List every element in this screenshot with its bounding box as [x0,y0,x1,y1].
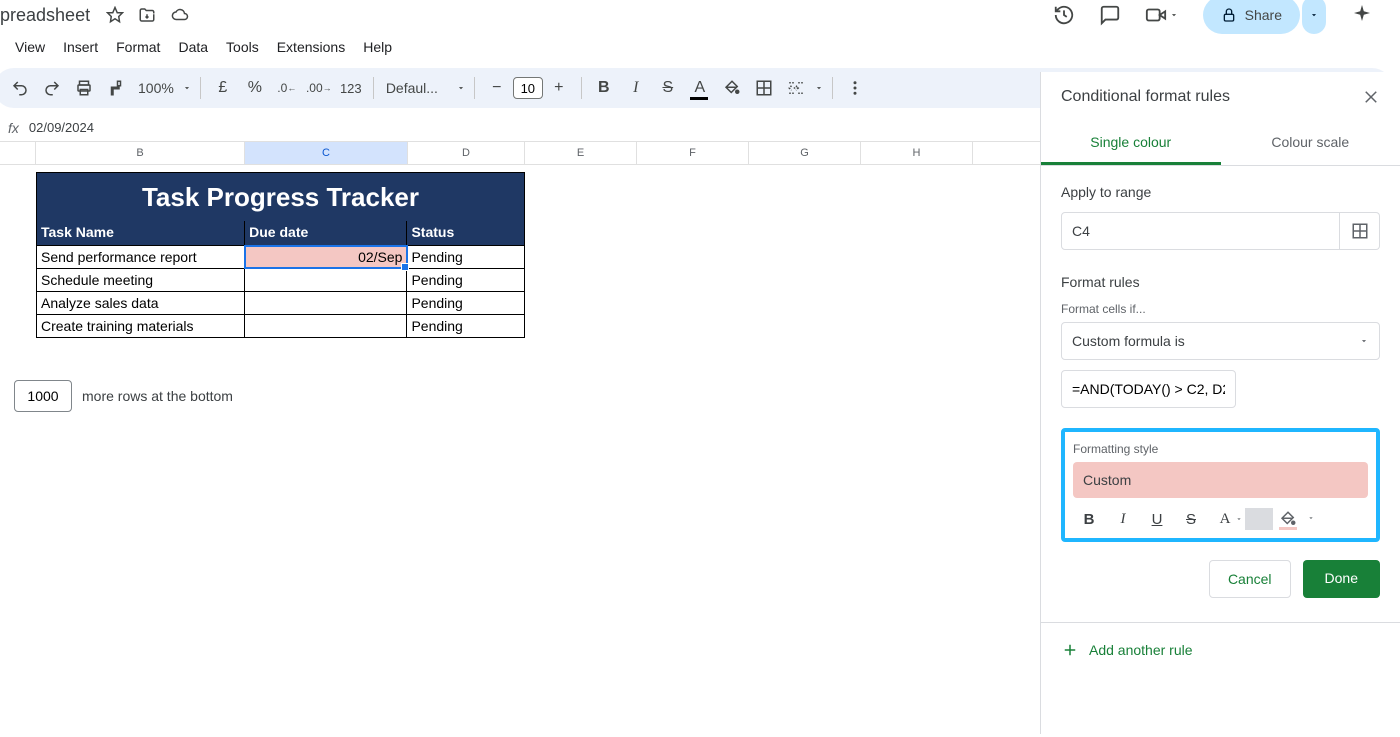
table-row[interactable]: Send performance report 02/Sep Pending [37,245,524,268]
strike-button[interactable]: S [1177,511,1205,528]
decrease-font-button[interactable]: − [483,74,511,102]
borders-button[interactable] [750,74,778,102]
cells-if-label: Format cells if... [1061,302,1380,316]
col-header-h[interactable]: H [861,142,973,164]
task-header-name: Task Name [37,221,245,245]
task-header-status: Status [407,221,524,245]
task-table-title: Task Progress Tracker [37,173,524,221]
col-header-d[interactable]: D [408,142,525,164]
share-label: Share [1245,7,1282,23]
font-family-select[interactable]: Defaul... [382,80,452,96]
menu-view[interactable]: View [15,39,45,55]
chevron-down-icon[interactable] [182,83,192,93]
table-row[interactable]: Schedule meeting Pending [37,268,524,291]
cancel-button[interactable]: Cancel [1209,560,1291,598]
star-icon[interactable] [106,6,124,24]
zoom-select[interactable]: 100% [134,80,178,96]
menu-extensions[interactable]: Extensions [277,39,345,55]
done-button[interactable]: Done [1303,560,1380,598]
condition-select[interactable]: Custom formula is [1061,322,1380,360]
title-bar: d spreadsheet Share [0,0,1400,30]
redo-button[interactable] [38,74,66,102]
more-rows: more rows at the bottom [14,380,233,412]
italic-button[interactable]: I [1109,511,1137,528]
paint-format-button[interactable] [102,74,130,102]
comments-icon[interactable] [1099,4,1121,26]
table-row[interactable]: Analyze sales data Pending [37,291,524,314]
italic-button[interactable]: I [622,74,650,102]
chevron-down-icon[interactable] [456,83,466,93]
gemini-icon[interactable] [1350,3,1374,27]
fx-icon: fx [8,120,19,136]
doc-title[interactable]: d spreadsheet [0,5,90,26]
bold-button[interactable]: B [590,74,618,102]
percent-button[interactable]: % [241,74,269,102]
history-icon[interactable] [1053,4,1075,26]
table-row[interactable]: Create training materials Pending [37,314,524,337]
meet-icon[interactable] [1145,4,1179,26]
currency-button[interactable]: £ [209,74,237,102]
underline-button[interactable]: U [1143,511,1171,528]
text-color-button[interactable]: A [1211,511,1239,528]
print-button[interactable] [70,74,98,102]
more-toolbar-button[interactable] [841,74,869,102]
formula-input[interactable] [1061,370,1236,408]
more-formats-button[interactable]: 123 [337,74,365,102]
increase-font-button[interactable]: + [545,74,573,102]
formula-value[interactable]: 02/09/2024 [29,120,94,135]
strikethrough-button[interactable]: S [654,74,682,102]
tab-single-colour[interactable]: Single colour [1041,122,1221,165]
panel-title: Conditional format rules [1061,88,1230,106]
merge-button[interactable] [782,74,810,102]
style-preview[interactable]: Custom [1073,462,1368,498]
text-color-button[interactable]: A [686,74,714,102]
add-rule-button[interactable]: Add another rule [1061,641,1380,659]
chevron-down-icon [1359,336,1369,346]
chevron-down-icon[interactable] [814,83,824,93]
fill-color-button[interactable] [718,74,746,102]
formatting-style-box: Formatting style Custom B I U S A [1061,428,1380,542]
more-rows-input[interactable] [14,380,72,412]
menu-tools[interactable]: Tools [226,39,259,55]
share-button[interactable]: Share [1203,0,1300,34]
bold-button[interactable]: B [1075,511,1103,528]
close-icon[interactable] [1362,88,1380,106]
apply-range-label: Apply to range [1061,184,1380,200]
more-rows-label: more rows at the bottom [82,388,233,404]
menu-insert[interactable]: Insert [63,39,98,55]
task-table: Task Progress Tracker Task Name Due date… [36,172,525,338]
share-dropdown[interactable] [1302,0,1326,34]
col-header-f[interactable]: F [637,142,749,164]
menu-format[interactable]: Format [116,39,160,55]
cell-selected[interactable]: 02/Sep [245,246,407,268]
menu-bar: it View Insert Format Data Tools Extensi… [0,32,1400,62]
fill-color-button[interactable] [1279,510,1307,528]
decrease-decimal-button[interactable]: .0← [273,74,301,102]
col-header-e[interactable]: E [525,142,637,164]
menu-data[interactable]: Data [178,39,208,55]
move-icon[interactable] [138,6,156,24]
task-header-due: Due date [245,221,407,245]
menu-help[interactable]: Help [363,39,392,55]
range-input[interactable]: C4 [1061,212,1340,250]
formatting-style-label: Formatting style [1073,442,1368,456]
col-header-g[interactable]: G [749,142,861,164]
undo-button[interactable] [6,74,34,102]
select-range-button[interactable] [1340,212,1380,250]
col-header-b[interactable]: B [36,142,245,164]
cloud-status-icon[interactable] [170,6,190,24]
font-size-input[interactable] [513,77,543,99]
format-rules-label: Format rules [1061,274,1380,290]
col-header-c[interactable]: C [245,142,408,164]
increase-decimal-button[interactable]: .00→ [305,74,333,102]
tab-colour-scale[interactable]: Colour scale [1221,122,1400,165]
conditional-format-panel: Conditional format rules Single colour C… [1040,72,1400,734]
